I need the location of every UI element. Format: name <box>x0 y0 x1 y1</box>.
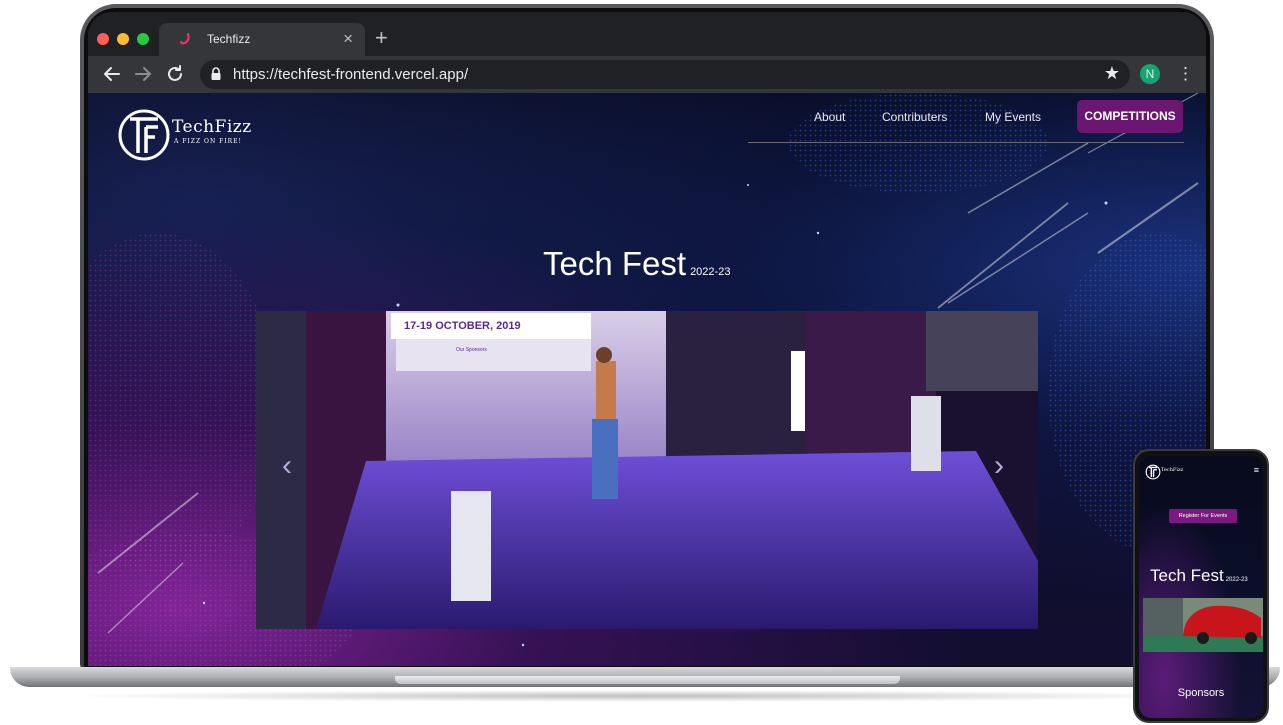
techfizz-logo[interactable]: TechFizz A FIZZ ON FIRE! <box>116 107 266 161</box>
hero-title-text: Tech Fest <box>543 245 687 282</box>
logo-text: TechFizz <box>172 117 252 137</box>
bookmark-star-icon[interactable]: ★ <box>1104 63 1120 84</box>
maximize-window-button[interactable] <box>137 33 149 45</box>
phone-logo-emblem-icon <box>1145 464 1161 480</box>
banner-sponsors: Our Sponsors <box>456 347 487 353</box>
forward-arrow-icon[interactable] <box>131 62 155 86</box>
hero-year: 2022-23 <box>690 266 731 278</box>
minimize-window-button[interactable] <box>117 33 129 45</box>
lock-icon[interactable] <box>210 67 222 81</box>
phone-hero-title: Tech Fest 2022-23 <box>1150 566 1248 586</box>
hamburger-menu-icon[interactable]: ≡ <box>1254 465 1259 475</box>
banner-date: 17-19 OCTOBER, 2019 <box>404 320 521 332</box>
phone-screen: TechFizz ≡ Register For Events Tech Fest… <box>1139 456 1263 718</box>
browser-window: Techfizz × + https://techfest-frontend.v… <box>88 12 1206 666</box>
nav-link-contributers[interactable]: Contributers <box>882 110 947 124</box>
tab-close-icon[interactable]: × <box>343 29 353 49</box>
address-bar[interactable]: https://techfest-frontend.vercel.app/ ★ <box>200 60 1130 89</box>
browser-tab[interactable]: Techfizz × <box>159 23 365 56</box>
phone-car-photo <box>1143 598 1263 652</box>
phone-hero-year: 2022-23 <box>1225 577 1248 583</box>
favicon-icon <box>179 32 190 45</box>
phone-hero-title-text: Tech Fest <box>1150 566 1224 585</box>
logo-tagline: A FIZZ ON FIRE! <box>174 138 242 145</box>
hero-carousel[interactable]: 17-19 OCTOBER, 2019 Our Sponsors ‹ › <box>256 311 1038 629</box>
url-text[interactable]: https://techfest-frontend.vercel.app/ <box>233 66 468 83</box>
laptop-base-notch <box>395 676 900 684</box>
nav-link-about[interactable]: About <box>814 110 845 124</box>
profile-avatar[interactable]: N <box>1140 64 1160 84</box>
phone-logo-text: TechFizz <box>1161 467 1184 473</box>
phone-sponsors-heading: Sponsors <box>1177 687 1225 699</box>
competitions-button[interactable]: COMPETITIONS <box>1077 100 1183 133</box>
browser-toolbar: https://techfest-frontend.vercel.app/ ★ … <box>88 56 1206 93</box>
register-for-events-button[interactable]: Register For Events <box>1169 509 1237 523</box>
tab-bar: Techfizz × + <box>88 12 1206 56</box>
carousel-prev-icon[interactable]: ‹ <box>282 451 292 481</box>
new-tab-button[interactable]: + <box>375 26 388 50</box>
laptop-shadow <box>60 690 1220 702</box>
back-arrow-icon[interactable] <box>100 62 124 86</box>
phone-mockup: TechFizz ≡ Register For Events Tech Fest… <box>1133 449 1269 723</box>
close-window-button[interactable] <box>97 33 109 45</box>
page-viewport: TechFizz A FIZZ ON FIRE! About Contribut… <box>88 93 1206 666</box>
nav-divider <box>748 142 1184 143</box>
tab-title: Techfizz <box>207 32 251 46</box>
carousel-next-icon[interactable]: › <box>994 451 1004 481</box>
browser-menu-icon[interactable]: ⋮ <box>1177 61 1194 87</box>
reload-icon[interactable] <box>163 62 187 86</box>
phone-carousel-photo[interactable] <box>1143 598 1263 652</box>
phone-logo[interactable]: TechFizz <box>1145 464 1195 482</box>
logo-emblem-icon <box>118 109 170 161</box>
nav-link-my-events[interactable]: My Events <box>985 110 1041 124</box>
hero-title: Tech Fest 2022-23 <box>543 245 730 283</box>
carousel-photo: 17-19 OCTOBER, 2019 Our Sponsors <box>256 311 1038 629</box>
